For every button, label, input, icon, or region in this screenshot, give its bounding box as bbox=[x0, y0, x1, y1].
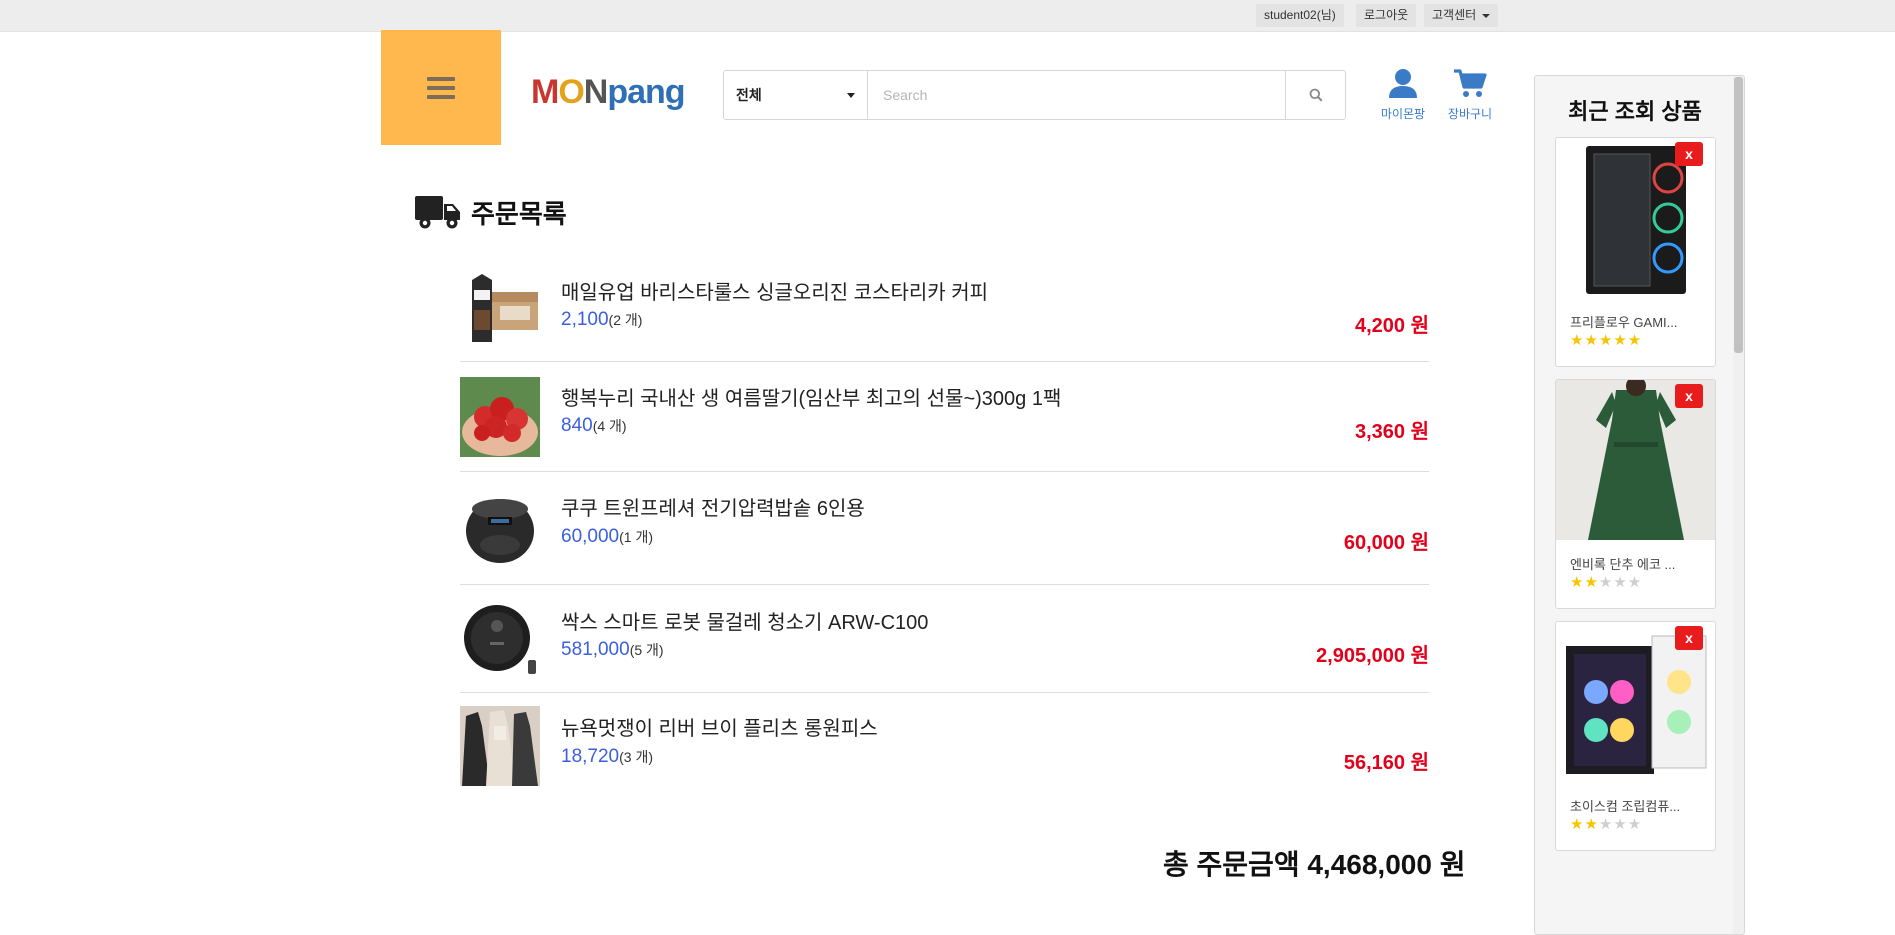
order-item-name: 행복누리 국내산 생 여름딸기(임산부 최고의 선물~)300g 1팩 bbox=[561, 388, 1062, 410]
rating-stars: ★★★★★ bbox=[1570, 816, 1643, 833]
search-button[interactable] bbox=[1285, 71, 1345, 119]
order-item-name: 쿠쿠 트윈프레셔 전기압력밥솥 6인용 bbox=[561, 498, 865, 520]
order-item-qty: (2 개) bbox=[608, 312, 643, 328]
order-item[interactable]: 쿠쿠 트윈프레셔 전기압력밥솥 6인용 60,000(1 개) 60,000 원 bbox=[460, 472, 1429, 585]
recent-product-name: 초이스컴 조립컴퓨... bbox=[1570, 799, 1681, 814]
order-item[interactable]: 뉴욕멋쟁이 리버 브이 플리츠 롱원피스 18,720(3 개) 56,160 … bbox=[460, 693, 1429, 798]
product-thumbnail bbox=[460, 377, 540, 457]
order-item-price: 18,720(3 개) bbox=[561, 746, 654, 767]
order-item-total: 2,905,000 원 bbox=[1316, 645, 1429, 667]
grand-total: 총 주문금액 4,468,000 원 bbox=[1163, 849, 1466, 880]
my-page-label: 마이몬팡 bbox=[1380, 107, 1426, 121]
product-thumbnail bbox=[460, 706, 540, 786]
order-item-qty: (4 개) bbox=[592, 418, 627, 434]
cart-label: 장바구니 bbox=[1447, 107, 1493, 121]
page-title: 주문목록 bbox=[415, 192, 567, 232]
remove-recent-button[interactable]: x bbox=[1675, 626, 1703, 650]
user-name[interactable]: student02(님) bbox=[1256, 4, 1344, 27]
order-item-total: 3,360 원 bbox=[1354, 421, 1429, 443]
truck-icon bbox=[415, 196, 460, 229]
recent-products-panel: 최근 조회 상품 x 프리플로우 GAMI... ★★★★★ x 엔비록 단추 … bbox=[1534, 75, 1745, 935]
order-item[interactable]: 매일유업 바리스타룰스 싱글오리진 코스타리카 커피 2,100(2 개) 4,… bbox=[460, 258, 1429, 362]
order-item-qty: (3 개) bbox=[619, 749, 654, 765]
recent-product-name: 프리플로우 GAMI... bbox=[1570, 315, 1678, 330]
customer-center-dropdown[interactable]: 고객센터 bbox=[1424, 4, 1499, 27]
recent-product-card[interactable]: x 프리플로우 GAMI... ★★★★★ bbox=[1555, 137, 1716, 367]
rating-stars: ★★★★★ bbox=[1570, 332, 1643, 349]
search-bar: 전체 bbox=[723, 70, 1346, 120]
order-item-price: 581,000(5 개) bbox=[561, 639, 664, 660]
scrollbar-thumb[interactable] bbox=[1734, 77, 1743, 353]
order-list: 매일유업 바리스타룰스 싱글오리진 코스타리카 커피 2,100(2 개) 4,… bbox=[460, 258, 1429, 798]
customer-center-label: 고객센터 bbox=[1432, 8, 1477, 22]
cart-link[interactable]: 장바구니 bbox=[1440, 68, 1500, 122]
caret-down-icon bbox=[847, 93, 855, 98]
order-item-total: 60,000 원 bbox=[1343, 532, 1429, 554]
order-item-qty: (1 개) bbox=[619, 529, 654, 545]
product-thumbnail bbox=[460, 600, 540, 680]
recent-product-name: 엔비록 단추 에코 ... bbox=[1570, 557, 1676, 572]
recent-product-card[interactable]: x 초이스컴 조립컴퓨... ★★★★★ bbox=[1555, 621, 1716, 851]
logo[interactable]: MONpang bbox=[531, 72, 686, 112]
remove-recent-button[interactable]: x bbox=[1675, 384, 1703, 408]
page-title-text: 주문목록 bbox=[471, 198, 567, 229]
cart-icon bbox=[1454, 69, 1487, 97]
order-item-price: 840(4 개) bbox=[561, 415, 627, 436]
search-icon bbox=[1309, 88, 1323, 102]
order-item-name: 매일유업 바리스타룰스 싱글오리진 코스타리카 커피 bbox=[561, 282, 989, 304]
hamburger-icon bbox=[427, 72, 455, 104]
recent-product-card[interactable]: x 엔비록 단추 에코 ... ★★★★★ bbox=[1555, 379, 1716, 609]
order-item-total: 56,160 원 bbox=[1343, 752, 1429, 774]
order-item-qty: (5 개) bbox=[629, 642, 664, 658]
user-icon bbox=[1389, 69, 1417, 98]
order-item-price: 60,000(1 개) bbox=[561, 526, 654, 547]
search-input[interactable] bbox=[868, 71, 1285, 119]
order-item-name: 싹스 스마트 로봇 물걸레 청소기 ARW-C100 bbox=[561, 612, 929, 634]
order-item[interactable]: 행복누리 국내산 생 여름딸기(임산부 최고의 선물~)300g 1팩 840(… bbox=[460, 362, 1429, 472]
remove-recent-button[interactable]: x bbox=[1675, 142, 1703, 166]
recent-products-title: 최근 조회 상품 bbox=[1568, 99, 1702, 124]
my-page-link[interactable]: 마이몬팡 bbox=[1373, 68, 1433, 122]
rating-stars: ★★★★★ bbox=[1570, 574, 1643, 591]
order-item-total: 4,200 원 bbox=[1354, 315, 1429, 337]
order-item[interactable]: 싹스 스마트 로봇 물걸레 청소기 ARW-C100 581,000(5 개) … bbox=[460, 585, 1429, 693]
caret-down-icon bbox=[1482, 13, 1491, 18]
logout-link[interactable]: 로그아웃 bbox=[1356, 4, 1417, 27]
order-item-price: 2,100(2 개) bbox=[561, 309, 643, 330]
order-item-name: 뉴욕멋쟁이 리버 브이 플리츠 롱원피스 bbox=[561, 718, 878, 740]
product-thumbnail bbox=[460, 487, 540, 567]
product-thumbnail bbox=[460, 270, 540, 350]
menu-button[interactable] bbox=[381, 30, 501, 145]
search-category-select[interactable]: 전체 bbox=[724, 71, 868, 119]
top-bar: student02(님) 로그아웃 고객센터 bbox=[0, 0, 1895, 32]
recent-panel-scrollbar[interactable] bbox=[1733, 76, 1744, 934]
